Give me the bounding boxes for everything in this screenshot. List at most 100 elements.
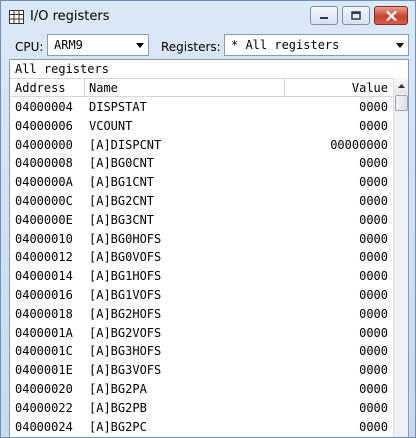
cell-value: 0000 [359,231,388,246]
cell-value: 0000 [359,287,388,302]
arrow-up-icon [398,84,405,88]
cell-address: 04000016 [15,287,73,302]
cell-name: [A]BG1CNT [89,175,155,190]
header-address[interactable]: Address [15,81,66,95]
chevron-down-icon [391,35,408,55]
table-row[interactable]: 04000016 [A]BG1VOFS 0000 [10,286,393,305]
table-row[interactable]: 04000008 [A]BG0CNT 0000 [10,154,393,173]
cell-value: 0000 [359,193,388,208]
registers-select[interactable]: * All registers [224,34,409,56]
column-divider[interactable] [84,79,85,97]
minimize-icon [320,16,328,19]
cell-address: 04000010 [15,231,73,246]
table-row[interactable]: 04000022 [A]BG2PB 0000 [10,399,393,418]
scroll-thumb[interactable] [395,95,408,111]
table-row[interactable]: 0400000A [A]BG1CNT 0000 [10,173,393,192]
cpu-select[interactable]: ARM9 [47,34,149,56]
io-registers-window: I/O registers CPU: ARM9 Registers: * All… [0,0,416,438]
cell-name: VCOUNT [89,118,133,133]
minimize-button[interactable] [310,6,338,25]
cell-name: [A]BG0HOFS [89,231,162,246]
grid-icon [9,10,24,24]
registers-select-value: * All registers [231,38,340,52]
cell-value: 0000 [359,156,388,171]
cell-address: 04000014 [15,269,73,284]
registers-label: Registers: [161,40,221,54]
cell-name: [A]BG1VOFS [89,287,162,302]
table-row[interactable]: 04000014 [A]BG1HOFS 0000 [10,267,393,286]
cell-address: 0400000A [15,175,73,190]
cell-value: 0000 [359,100,388,114]
column-header: Address Name Value [10,78,393,97]
table-row[interactable]: 0400001E [A]BG3VOFS 0000 [10,361,393,380]
table-row[interactable]: 04000006 VCOUNT 0000 [10,117,393,136]
header-name[interactable]: Name [89,81,118,95]
cell-address: 04000018 [15,306,73,321]
column-divider[interactable] [284,79,285,97]
maximize-button[interactable] [342,6,370,25]
cell-address: 04000006 [15,118,73,133]
table-row[interactable]: 04000012 [A]BG0VOFS 0000 [10,248,393,267]
table-row[interactable]: 0400000C [A]BG2CNT 0000 [10,192,393,211]
cell-name: [A]BG2CNT [89,193,155,208]
cell-value: 0000 [359,325,388,340]
cell-name: [A]BG3VOFS [89,363,162,378]
table-row[interactable]: 04000000 [A]DISPCNT 00000000 [10,136,393,155]
cell-address: 04000024 [15,419,73,434]
cell-name: [A]BG2PC [89,419,147,434]
table-row[interactable]: 0400001A [A]BG2VOFS 0000 [10,324,393,343]
cell-value: 0000 [359,381,388,396]
cell-address: 04000004 [15,100,73,114]
cell-value: 0000 [359,363,388,378]
close-button[interactable] [374,6,408,25]
register-rows: 04000004 DISPSTAT 0000 04000006 VCOUNT 0000 04… [10,98,393,436]
chevron-down-icon [131,35,148,55]
cell-address: 0400001C [15,344,73,359]
cell-address: 0400001A [15,325,73,340]
cell-name: [A]BG3CNT [89,212,155,227]
scroll-up-button[interactable] [394,78,408,94]
maximize-icon [351,11,361,20]
cell-name: DISPSTAT [89,100,147,114]
cell-name: [A]BG3HOFS [89,344,162,359]
cell-name: [A]BG0CNT [89,156,155,171]
cell-value: 0000 [359,212,388,227]
cell-address: 0400000E [15,212,73,227]
cell-value: 0000 [359,269,388,284]
vertical-scrollbar[interactable] [393,78,408,437]
cell-value: 0000 [359,400,388,415]
cell-value: 0000 [359,344,388,359]
cell-value: 0000 [359,118,388,133]
cell-address: 04000008 [15,156,73,171]
cell-value: 0000 [359,175,388,190]
cell-address: 0400001E [15,363,73,378]
cell-name: [A]BG2HOFS [89,306,162,321]
title-bar[interactable]: I/O registers [1,1,415,31]
cell-address: 04000020 [15,381,73,396]
close-icon [385,10,397,21]
header-value[interactable]: Value [352,81,388,95]
cell-value: 0000 [359,250,388,265]
cell-name: [A]BG0VOFS [89,250,162,265]
table-row[interactable]: 04000010 [A]BG0HOFS 0000 [10,230,393,249]
cell-name: [A]BG2PB [89,400,147,415]
cell-value: 0000 [359,419,388,434]
cpu-select-value: ARM9 [54,38,83,52]
registers-list[interactable]: All registers Address Name Value 0400000… [9,59,409,437]
cell-address: 04000022 [15,400,73,415]
cell-address: 0400000C [15,193,73,208]
cell-address: 04000012 [15,250,73,265]
cell-name: [A]BG1HOFS [89,269,162,284]
table-row[interactable]: 04000024 [A]BG2PC 0000 [10,418,393,437]
cell-name: [A]BG2PA [89,381,147,396]
cell-address: 04000000 [15,137,73,152]
cell-value: 00000000 [330,137,388,152]
window-title: I/O registers [30,9,110,24]
table-row[interactable]: 04000004 DISPSTAT 0000 [10,98,393,117]
table-row[interactable]: 0400000E [A]BG3CNT 0000 [10,211,393,230]
table-row[interactable]: 04000020 [A]BG2PA 0000 [10,380,393,399]
table-row[interactable]: 0400001C [A]BG3HOFS 0000 [10,342,393,361]
table-row[interactable]: 04000018 [A]BG2HOFS 0000 [10,305,393,324]
cell-value: 0000 [359,306,388,321]
list-title: All registers [15,62,109,76]
